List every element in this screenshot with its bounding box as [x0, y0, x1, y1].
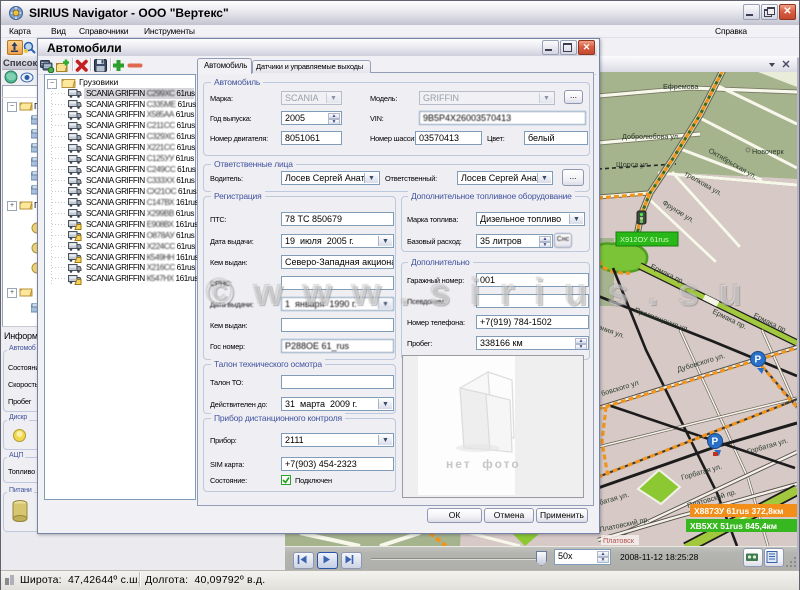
svg-text:ХВ5ХХ 51rus 845,4км: ХВ5ХХ 51rus 845,4км: [690, 521, 777, 531]
svg-text:Ефремова: Ефремова: [663, 82, 698, 91]
svg-text:Щорса ул.: Щорса ул.: [616, 160, 650, 169]
svg-text:Новочерк: Новочерк: [752, 147, 785, 156]
svg-text:Х887ЗУ 61rus 372,8км: Х887ЗУ 61rus 372,8км: [694, 506, 783, 516]
svg-text:Платовск: Платовск: [603, 536, 635, 545]
svg-text:P: P: [755, 355, 762, 366]
svg-text:Х912ОУ 61rus: Х912ОУ 61rus: [620, 235, 669, 244]
svg-text:P: P: [712, 437, 719, 448]
svg-text:Добролюбова ул.: Добролюбова ул.: [622, 132, 680, 141]
